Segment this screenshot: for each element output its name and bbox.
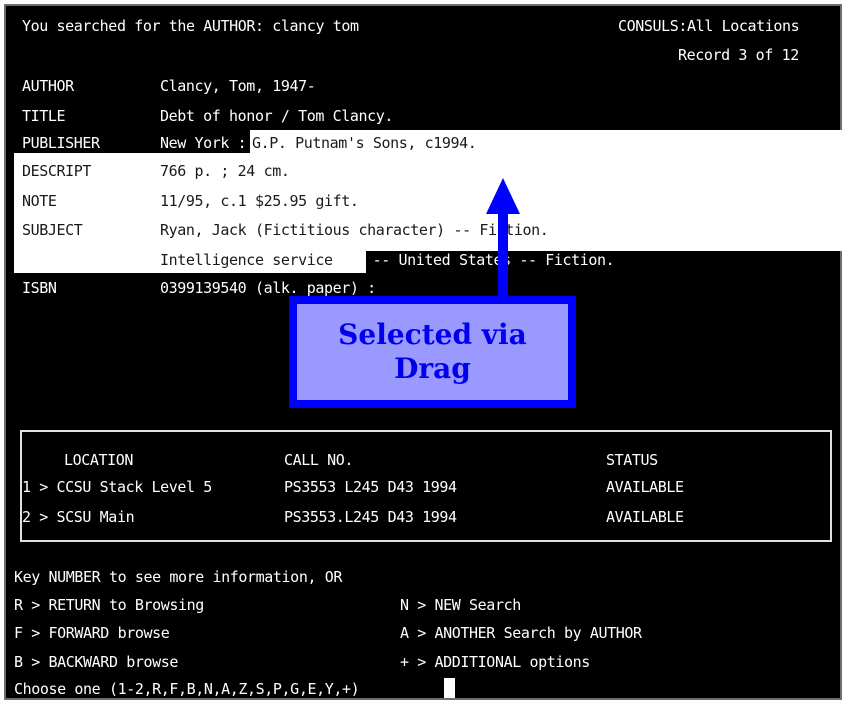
field-label-isbn: ISBN bbox=[22, 279, 57, 297]
field-value-author[interactable]: Clancy, Tom, 1947- bbox=[160, 77, 316, 95]
terminal-window[interactable]: You searched for the AUTHOR: clancy tom … bbox=[4, 4, 842, 700]
menu-option-return[interactable]: R > RETURN to Browsing bbox=[14, 596, 204, 614]
search-summary: You searched for the AUTHOR: clancy tom bbox=[22, 17, 359, 35]
holdings-row-2-location[interactable]: 2 > SCSU Main bbox=[22, 508, 135, 526]
field-value-subject-2-selected[interactable]: Intelligence service bbox=[160, 251, 333, 269]
record-counter: Record 3 of 12 bbox=[678, 46, 799, 64]
field-label-publisher: PUBLISHER bbox=[22, 134, 100, 152]
annotation-callout: Selected via Drag bbox=[289, 296, 576, 408]
field-value-title[interactable]: Debt of honor / Tom Clancy. bbox=[160, 107, 393, 125]
field-label-note: NOTE bbox=[22, 192, 57, 210]
menu-option-backward[interactable]: B > BACKWARD browse bbox=[14, 653, 178, 671]
arrow-shaft bbox=[498, 211, 508, 301]
holdings-header-location: LOCATION bbox=[64, 451, 134, 469]
holdings-header-call-no: CALL NO. bbox=[284, 451, 354, 469]
field-value-subject-2-rest[interactable]: -- United States -- Fiction. bbox=[364, 251, 615, 269]
field-label-author: AUTHOR bbox=[22, 77, 74, 95]
field-value-isbn[interactable]: 0399139540 (alk. paper) : bbox=[160, 279, 376, 297]
field-value-publisher-place[interactable]: New York : bbox=[160, 134, 255, 152]
field-label-title: TITLE bbox=[22, 107, 66, 125]
field-value-descript[interactable]: 766 p. ; 24 cm. bbox=[160, 162, 290, 180]
menu-option-new-search[interactable]: N > NEW Search bbox=[400, 596, 521, 614]
command-prompt[interactable]: Choose one (1-2,R,F,B,N,A,Z,S,P,G,E,Y,+) bbox=[14, 680, 360, 698]
annotation-callout-text: Selected via Drag bbox=[338, 318, 527, 385]
holdings-row-2-status: AVAILABLE bbox=[606, 508, 684, 526]
field-label-descript: DESCRIPT bbox=[22, 162, 92, 180]
arrow-up-icon bbox=[486, 178, 520, 214]
field-value-subject-1[interactable]: Ryan, Jack (Fictitious character) -- Fic… bbox=[160, 221, 549, 239]
annotation-callout-body: Selected via Drag bbox=[297, 304, 568, 400]
holdings-row-1-status: AVAILABLE bbox=[606, 478, 684, 496]
holdings-row-1-call-no[interactable]: PS3553 L245 D43 1994 bbox=[284, 478, 457, 496]
menu-prompt: Key NUMBER to see more information, OR bbox=[14, 568, 342, 586]
menu-option-additional[interactable]: + > ADDITIONAL options bbox=[400, 653, 590, 671]
text-cursor bbox=[444, 678, 455, 698]
holdings-row-2-call-no[interactable]: PS3553.L245 D43 1994 bbox=[284, 508, 457, 526]
menu-option-another-author[interactable]: A > ANOTHER Search by AUTHOR bbox=[400, 624, 642, 642]
field-value-note[interactable]: 11/95, c.1 $25.95 gift. bbox=[160, 192, 359, 210]
holdings-row-1-location[interactable]: 1 > CCSU Stack Level 5 bbox=[22, 478, 212, 496]
holdings-header-status: STATUS bbox=[606, 451, 658, 469]
field-label-subject: SUBJECT bbox=[22, 221, 83, 239]
menu-option-forward[interactable]: F > FORWARD browse bbox=[14, 624, 170, 642]
location-scope: CONSULS:All Locations bbox=[618, 17, 800, 35]
field-value-publisher-selected[interactable]: G.P. Putnam's Sons, c1994. bbox=[252, 134, 477, 152]
